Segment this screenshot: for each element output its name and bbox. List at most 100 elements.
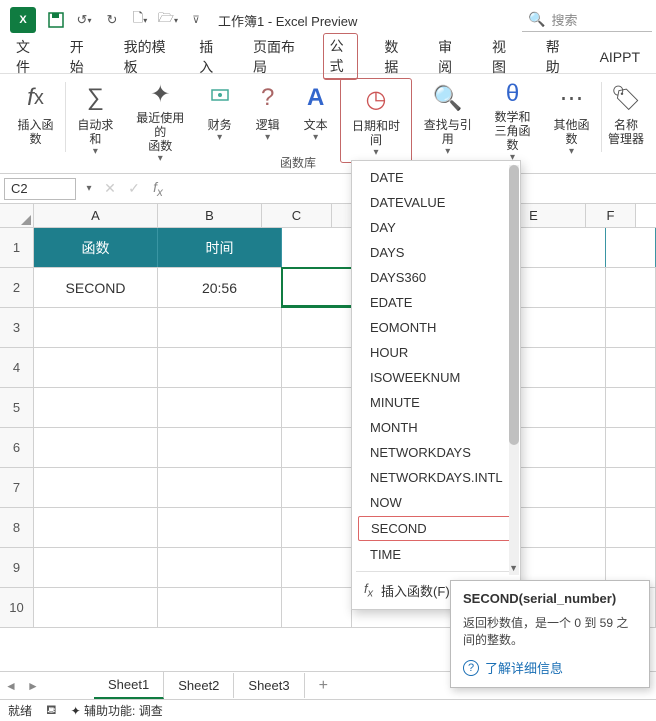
menu-item-now[interactable]: NOW (352, 490, 520, 515)
sheet-tab[interactable]: Sheet1 (94, 672, 164, 699)
cell[interactable] (606, 508, 656, 547)
row-header[interactable]: 6 (0, 428, 34, 467)
sheet-nav-prev[interactable]: ◄ (0, 679, 22, 693)
cell[interactable]: 函数 (34, 228, 158, 267)
col-header[interactable]: B (158, 204, 262, 227)
ribbon-mathtrig[interactable]: θ 数学和 三角函数 ▾ (483, 78, 542, 163)
row-header[interactable]: 7 (0, 468, 34, 507)
qat-customize-icon[interactable]: ⊽ (182, 6, 210, 34)
menu-item-time[interactable]: TIME (352, 542, 520, 567)
search-input[interactable]: 🔍 搜索 (522, 8, 652, 32)
cell[interactable] (606, 308, 656, 347)
sheet-tab[interactable]: Sheet3 (234, 673, 304, 698)
cell[interactable] (282, 348, 352, 387)
ribbon-text[interactable]: A 文本 ▾ (292, 78, 340, 163)
cell[interactable] (158, 428, 282, 467)
save-icon[interactable] (42, 6, 70, 34)
cell[interactable] (34, 308, 158, 347)
cell[interactable] (282, 468, 352, 507)
active-cell[interactable] (282, 268, 352, 307)
cancel-formula-icon[interactable]: ✕ (98, 180, 122, 197)
accessibility-status[interactable]: ✦ 辅助功能: 调查 (71, 702, 163, 719)
fx-icon[interactable]: fx (146, 179, 170, 199)
scrollbar[interactable] (509, 165, 519, 575)
ribbon-financial[interactable]: 财务 ▾ (196, 78, 244, 163)
cell[interactable] (158, 348, 282, 387)
ribbon-insert-function[interactable]: fx 插入函数 (6, 78, 65, 163)
cell[interactable] (34, 428, 158, 467)
menu-item-minute[interactable]: MINUTE (352, 390, 520, 415)
ribbon-datetime[interactable]: ◷ 日期和时间 ▾ (340, 78, 413, 163)
menu-item-month[interactable]: MONTH (352, 415, 520, 440)
cell[interactable] (158, 508, 282, 547)
cell[interactable] (282, 548, 352, 587)
col-header[interactable]: C (262, 204, 332, 227)
cell[interactable]: 20:56 (158, 268, 282, 307)
col-header[interactable]: A (34, 204, 158, 227)
ribbon-lookup[interactable]: 🔍 查找与引用 ▾ (412, 78, 483, 163)
cell[interactable] (282, 388, 352, 427)
menu-item-days[interactable]: DAYS (352, 240, 520, 265)
ribbon-more[interactable]: ⋯ 其他函数 ▾ (542, 78, 601, 163)
cell[interactable] (282, 228, 352, 267)
ribbon-autosum[interactable]: ∑ 自动求和 ▾ (66, 78, 125, 163)
sheet-tab[interactable]: Sheet2 (164, 673, 234, 698)
stats-icon[interactable]: ⛾ (46, 702, 57, 720)
cell[interactable] (158, 588, 282, 627)
menu-item-isoweeknum[interactable]: ISOWEEKNUM (352, 365, 520, 390)
name-box-dropdown[interactable]: ▾ (80, 183, 98, 194)
cell[interactable] (34, 468, 158, 507)
cell[interactable] (282, 428, 352, 467)
ribbon-logical[interactable]: ? 逻辑 ▾ (244, 78, 292, 163)
name-box[interactable]: C2 (4, 178, 76, 200)
new-file-icon[interactable]: 🗋▾ (126, 6, 154, 34)
accept-formula-icon[interactable]: ✓ (122, 180, 146, 197)
ribbon-name-manager[interactable]: 🏷 名称 管理器 (602, 78, 650, 163)
redo-icon[interactable]: ↻ (98, 6, 126, 34)
cell[interactable] (282, 588, 352, 627)
tab-aippt[interactable]: AIPPT (594, 45, 646, 69)
cell[interactable] (606, 388, 656, 427)
row-header[interactable]: 9 (0, 548, 34, 587)
cell[interactable] (282, 508, 352, 547)
menu-item-hour[interactable]: HOUR (352, 340, 520, 365)
cell[interactable]: SECOND (34, 268, 158, 307)
menu-item-eomonth[interactable]: EOMONTH (352, 315, 520, 340)
menu-item-datevalue[interactable]: DATEVALUE (352, 190, 520, 215)
row-header[interactable]: 1 (0, 228, 34, 267)
ribbon-recent[interactable]: ✦ 最近使用的 函数 ▾ (125, 78, 196, 163)
cell[interactable] (158, 308, 282, 347)
scrollbar-thumb[interactable] (509, 165, 519, 445)
menu-item-second[interactable]: SECOND (358, 516, 514, 541)
row-header[interactable]: 4 (0, 348, 34, 387)
cell[interactable] (282, 308, 352, 347)
menu-item-networkdays[interactable]: NETWORKDAYS (352, 440, 520, 465)
cell[interactable] (158, 548, 282, 587)
row-header[interactable]: 8 (0, 508, 34, 547)
row-header[interactable]: 5 (0, 388, 34, 427)
cell[interactable] (606, 468, 656, 507)
menu-item-edate[interactable]: EDATE (352, 290, 520, 315)
row-header[interactable]: 3 (0, 308, 34, 347)
menu-item-days360[interactable]: DAYS360 (352, 265, 520, 290)
open-folder-icon[interactable]: 🗁▾ (154, 6, 182, 34)
col-header[interactable]: F (586, 204, 636, 227)
cell[interactable] (34, 348, 158, 387)
add-sheet-button[interactable]: + (305, 673, 342, 699)
scroll-down-icon[interactable]: ▼ (509, 563, 518, 573)
row-header[interactable]: 10 (0, 588, 34, 627)
cell[interactable] (158, 388, 282, 427)
undo-icon[interactable]: ↺▾ (70, 6, 98, 34)
cell[interactable] (606, 228, 656, 267)
menu-item-date[interactable]: DATE (352, 165, 520, 190)
menu-item-day[interactable]: DAY (352, 215, 520, 240)
cell[interactable] (34, 508, 158, 547)
row-header[interactable]: 2 (0, 268, 34, 307)
sheet-nav-next[interactable]: ► (22, 679, 44, 693)
tooltip-learn-more-link[interactable]: ? 了解详细信息 (463, 658, 637, 677)
cell[interactable]: 时间 (158, 228, 282, 267)
cell[interactable] (34, 548, 158, 587)
cell[interactable] (606, 268, 656, 307)
cell[interactable] (158, 468, 282, 507)
cell[interactable] (34, 388, 158, 427)
